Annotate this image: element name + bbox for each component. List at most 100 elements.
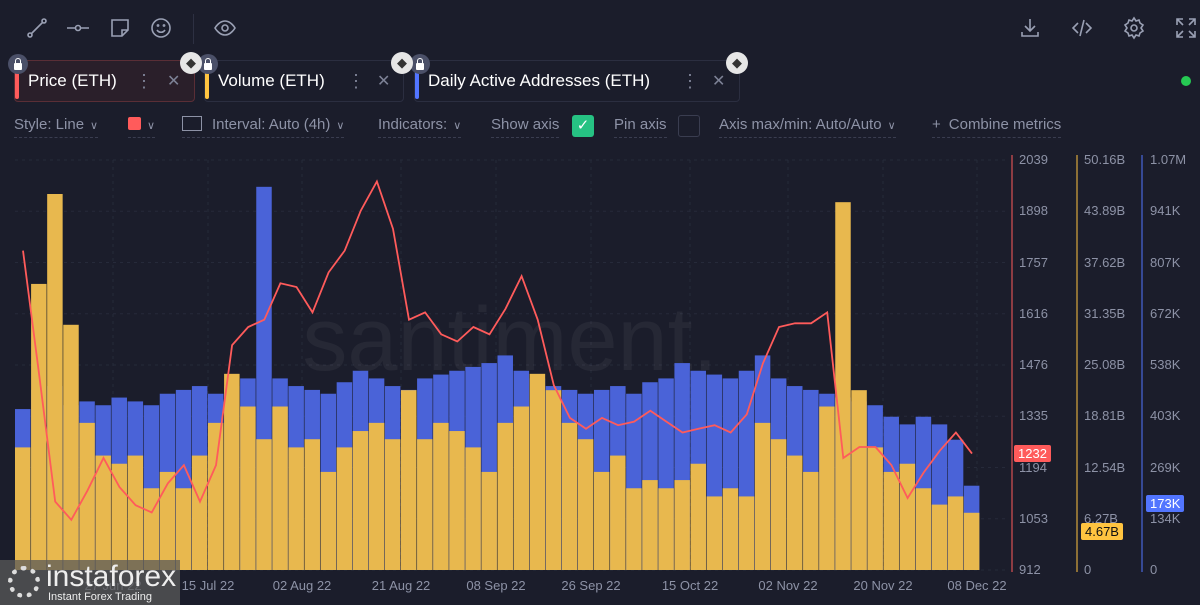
volume-bar	[513, 406, 530, 570]
x-tick-label: 20 Nov 22	[853, 578, 913, 593]
volume-bar	[288, 447, 304, 570]
volume-bar	[738, 496, 755, 570]
volume-bar	[175, 488, 192, 570]
volume-bar	[561, 422, 578, 570]
daa-tick-label: 538K	[1150, 357, 1181, 372]
volume-bar	[835, 202, 851, 570]
volume-bar	[706, 496, 723, 570]
x-tick-label: 15 Jul 22	[181, 578, 235, 593]
volume-bar	[224, 373, 240, 570]
volume-bar	[240, 406, 256, 570]
volume-bar	[449, 431, 465, 570]
logo-tagline: Instant Forex Trading	[48, 591, 152, 603]
x-tick-label: 02 Aug 22	[272, 578, 332, 593]
volume-tick-label: 18.81B	[1084, 408, 1126, 424]
volume-bar	[529, 373, 546, 570]
daa-tick-label: 941K	[1150, 203, 1181, 219]
daa-tick-label: 807K	[1150, 254, 1181, 270]
price-tick-label: 1194	[1019, 459, 1047, 475]
volume-bar	[899, 463, 916, 570]
volume-bar	[754, 422, 771, 570]
volume-bar	[433, 422, 449, 570]
volume-bar	[336, 447, 353, 570]
price-tick-label: 1898	[1019, 203, 1048, 219]
volume-bar	[915, 488, 932, 570]
volume-bar	[63, 324, 79, 570]
volume-bar	[867, 447, 883, 570]
volume-tick-label: 43.89B	[1084, 203, 1126, 219]
x-tick-label: 08 Sep 22	[466, 578, 526, 593]
volume-bar	[690, 463, 706, 570]
volume-bar	[417, 439, 433, 570]
volume-bar	[803, 471, 819, 570]
volume-tick-label: 31.35B	[1084, 305, 1126, 321]
volume-bar	[931, 504, 948, 570]
price-tick-label: 1335	[1019, 408, 1048, 424]
daa-tick-label: 403K	[1150, 408, 1181, 424]
volume-bar	[127, 455, 144, 570]
volume-bar	[594, 471, 610, 570]
volume-bar	[819, 406, 835, 570]
volume-bar	[368, 422, 385, 570]
volume-bar	[320, 471, 337, 570]
volume-bar	[304, 439, 320, 570]
volume-bar	[111, 463, 127, 570]
price-tick-label: 1616	[1019, 305, 1048, 321]
volume-tick-label: 50.16B	[1084, 152, 1126, 167]
daa-tick-label: 672K	[1150, 305, 1181, 321]
daa-tick-label: 269K	[1150, 459, 1181, 475]
volume-bar	[143, 488, 160, 570]
volume-tick-label: 37.62B	[1084, 254, 1126, 270]
logo-name: instaforex	[46, 560, 177, 593]
volume-bar	[883, 471, 899, 570]
volume-bar	[497, 422, 513, 570]
x-tick-label: 21 Aug 22	[371, 578, 431, 593]
price-tick-label: 2039	[1019, 152, 1048, 167]
volume-tick-label: 25.08B	[1084, 357, 1126, 372]
volume-bar	[658, 488, 674, 570]
x-tick-label: 15 Oct 22	[661, 578, 719, 593]
price-tick-label: 1476	[1019, 357, 1048, 372]
volume-bar	[577, 439, 594, 570]
volume-bar	[722, 488, 739, 570]
price-tick-label: 1053	[1019, 510, 1048, 526]
volume-bar	[95, 455, 111, 570]
daa-tick-label: 1.07M	[1150, 152, 1187, 167]
daa-current-value: 173K	[1146, 494, 1185, 512]
volume-bar	[787, 455, 803, 570]
volume-bar	[770, 439, 787, 570]
volume-bar	[674, 480, 690, 570]
gear-logo-icon	[8, 566, 40, 598]
volume-bar	[15, 447, 31, 570]
volume-bar	[947, 496, 964, 570]
volume-bar	[208, 422, 224, 570]
volume-bar	[465, 447, 481, 570]
volume-bar	[963, 512, 980, 570]
volume-current-value: 4.67B	[1081, 522, 1123, 540]
price-tick-label: 1757	[1019, 254, 1048, 270]
volume-bar	[851, 390, 867, 570]
volume-bar	[401, 390, 417, 570]
volume-tick-label: 12.54B	[1084, 459, 1126, 475]
volume-bar	[272, 406, 288, 570]
price-current-value: 1232	[1014, 444, 1051, 462]
instaforex-logo: instaforex Instant Forex Trading	[0, 560, 180, 605]
volume-bar	[159, 471, 176, 570]
price-tick-label: 912	[1019, 562, 1041, 577]
daa-tick-label: 134K	[1150, 510, 1181, 526]
volume-bar	[79, 422, 95, 570]
volume-bar	[610, 455, 626, 570]
volume-bar	[47, 194, 63, 571]
volume-bar	[545, 390, 562, 570]
volume-bar	[642, 480, 658, 570]
volume-tick-label: 0	[1084, 562, 1092, 577]
volume-bar	[481, 471, 497, 570]
daa-tick-label: 0	[1150, 562, 1158, 577]
volume-bar	[352, 431, 369, 570]
volume-bar	[256, 439, 272, 570]
volume-bar	[626, 488, 642, 570]
volume-bar	[191, 455, 208, 570]
x-tick-label: 08 Dec 22	[947, 578, 1007, 593]
x-tick-label: 02 Nov 22	[758, 578, 818, 593]
volume-bar	[384, 439, 401, 570]
